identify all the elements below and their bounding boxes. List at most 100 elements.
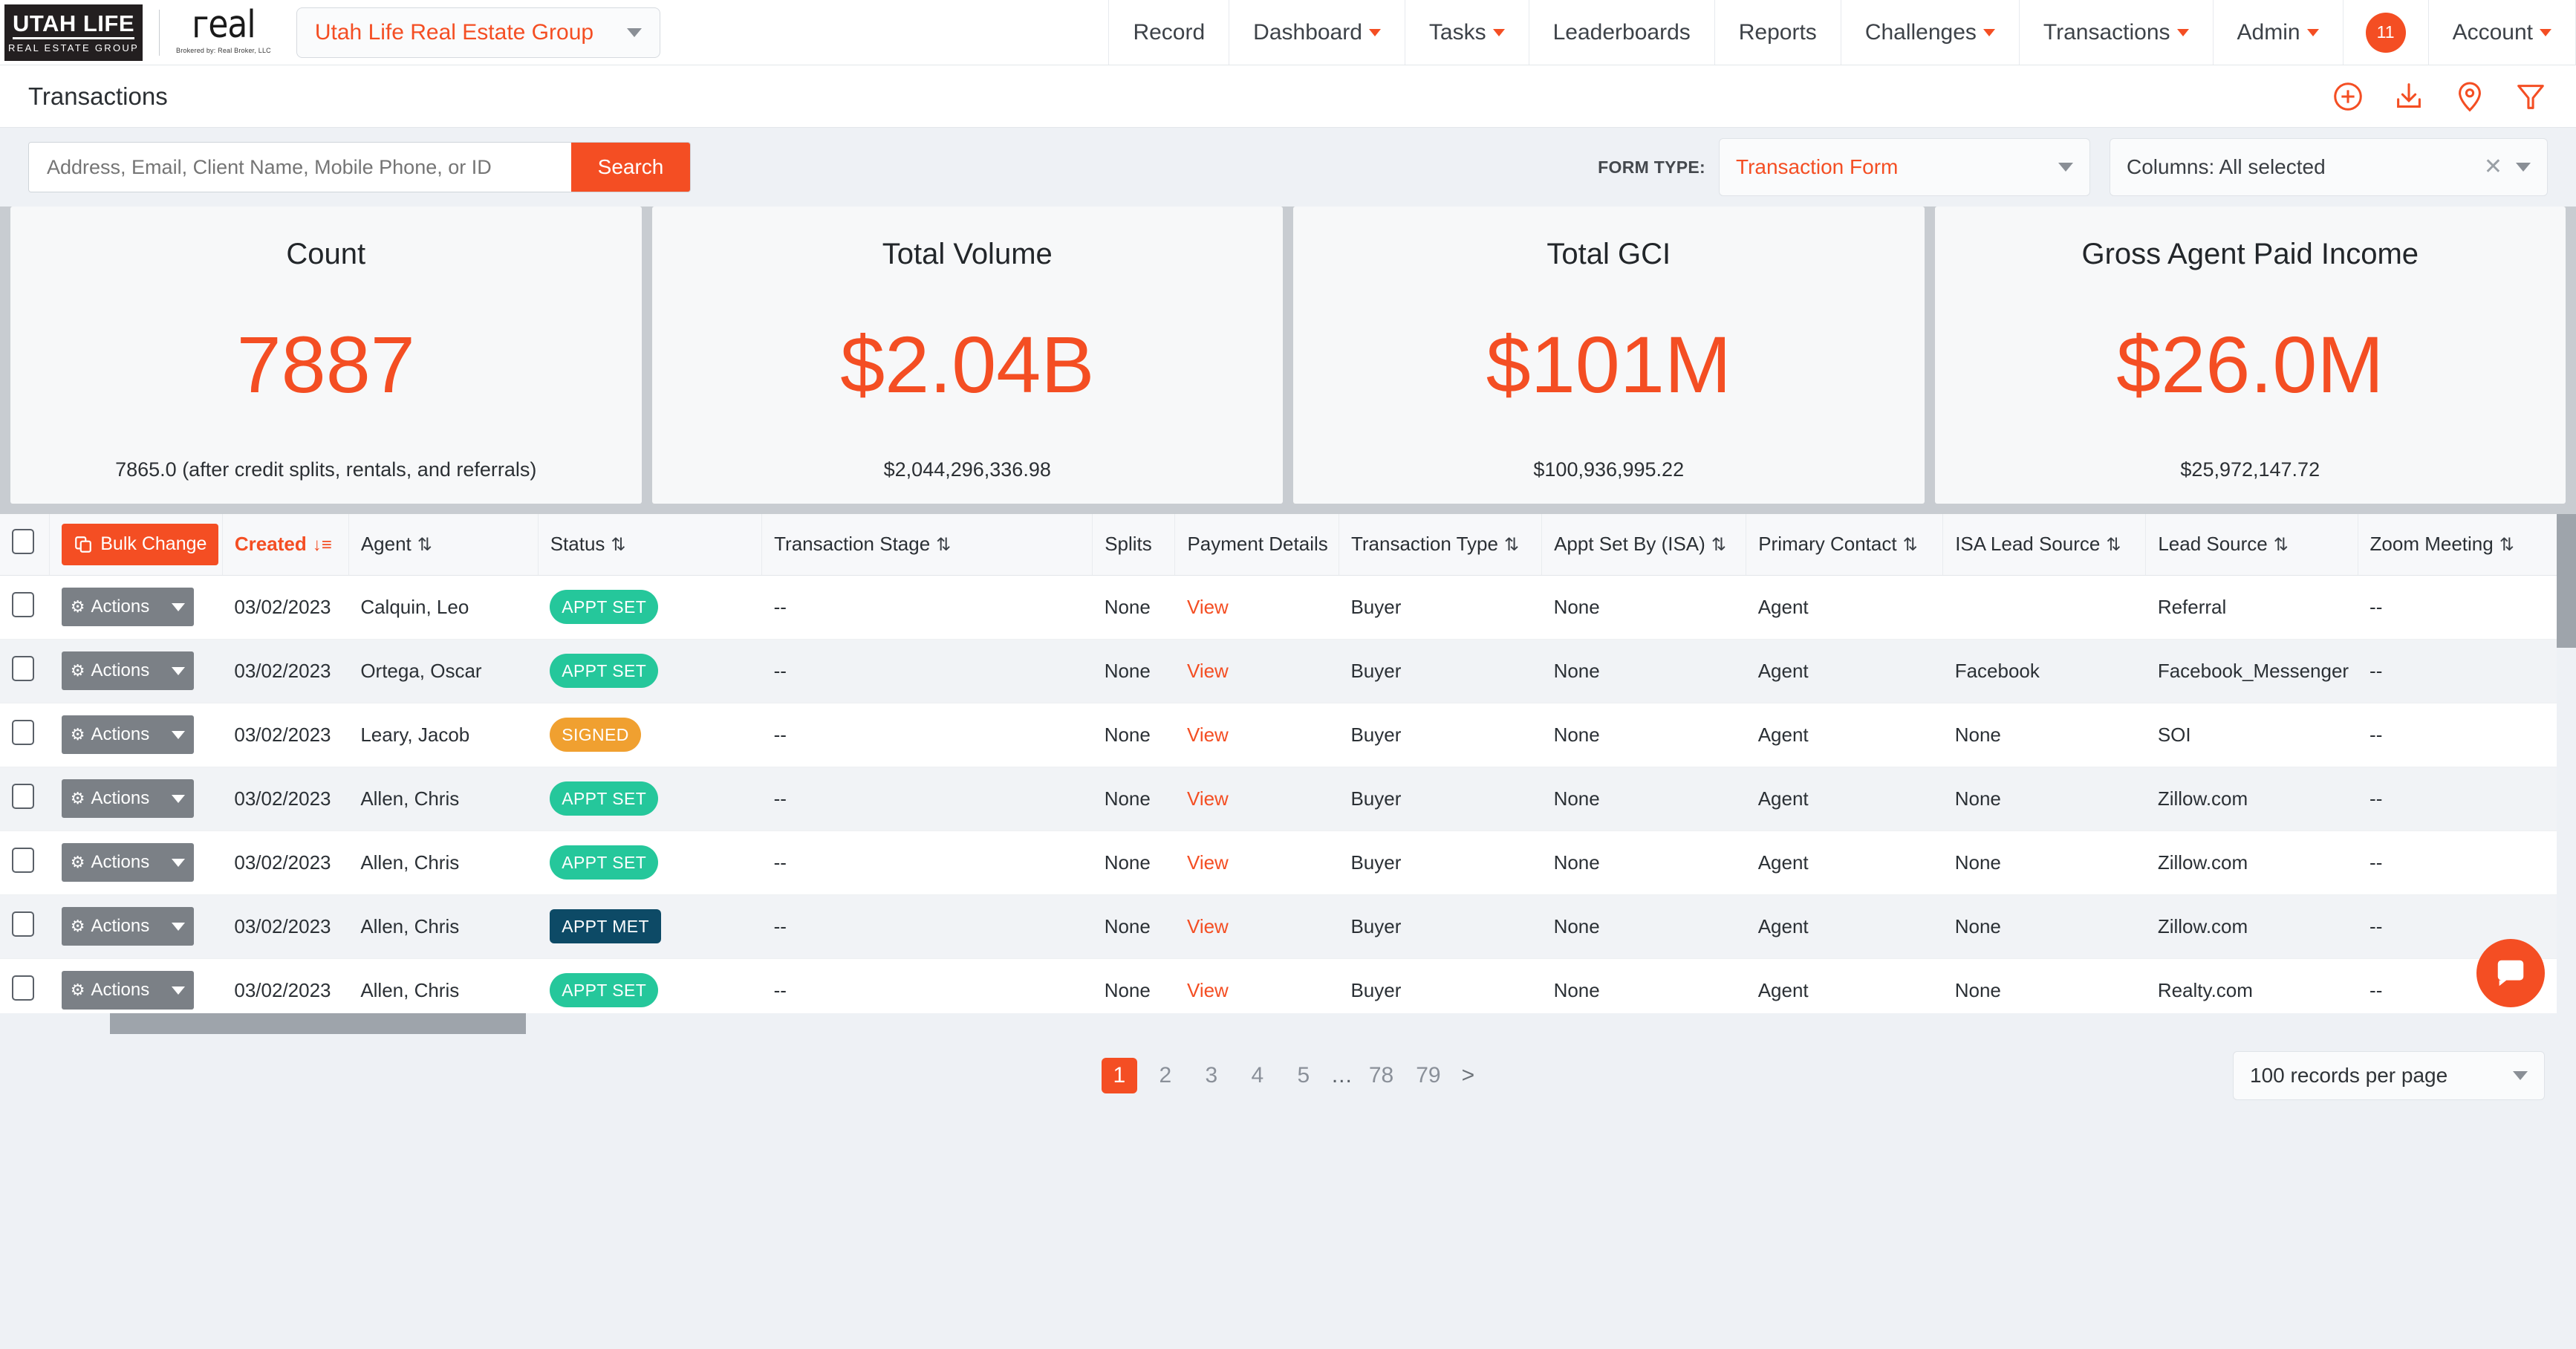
row-actions-label: Actions [91,788,149,809]
real-broker-logo: гeal Brokered by: Real Broker, LLC [176,10,271,54]
nav-item-admin[interactable]: Admin [2213,0,2343,65]
row-checkbox[interactable] [12,911,34,937]
status-badge: APPT SET [550,590,658,624]
utah-life-logo[interactable]: UTAH LIFE REAL ESTATE GROUP [4,4,143,61]
cell-primary-contact: Agent [1746,703,1943,767]
notifications-button[interactable]: 11 [2343,0,2428,65]
select-all-checkbox[interactable] [12,529,34,554]
payment-details-view-link[interactable]: View [1187,787,1229,810]
payment-details-view-link[interactable]: View [1187,724,1229,746]
row-actions-button[interactable]: ⚙Actions [62,715,194,754]
column-header-label: Created [235,533,307,555]
column-header-payment-details[interactable]: Payment Details [1175,514,1339,575]
close-icon[interactable]: ✕ [2484,156,2502,178]
column-header-zoom-meeting[interactable]: Zoom Meeting⇅ [2358,514,2575,575]
column-header-transaction-type[interactable]: Transaction Type⇅ [1339,514,1541,575]
table-row[interactable]: ⚙Actions03/02/2023Allen, ChrisAPPT MET--… [0,894,2576,958]
row-actions-button[interactable]: ⚙Actions [62,907,194,946]
cell-splits: None [1093,894,1175,958]
pagination-pages: 12345...7879> [1102,1058,1474,1093]
column-header-splits[interactable]: Splits [1093,514,1175,575]
nav-item-challenges[interactable]: Challenges [1841,0,2019,65]
cell-primary-contact: Agent [1746,639,1943,703]
row-checkbox[interactable] [12,848,34,873]
payment-details-view-link[interactable]: View [1187,851,1229,874]
records-per-page-dropdown[interactable]: 100 records per page [2233,1051,2545,1100]
column-header-agent[interactable]: Agent⇅ [348,514,538,575]
row-actions-button[interactable]: ⚙Actions [62,651,194,690]
row-actions-button[interactable]: ⚙Actions [62,588,194,626]
chat-support-button[interactable] [2476,939,2545,1007]
table-row[interactable]: ⚙Actions03/02/2023Allen, ChrisAPPT SET--… [0,767,2576,830]
pagination-page-4[interactable]: 4 [1240,1058,1275,1093]
row-actions-button[interactable]: ⚙ Actions [62,779,194,818]
table-horizontal-scrollbar[interactable] [0,1013,2576,1034]
search-input[interactable] [29,143,571,192]
columns-dropdown[interactable]: Columns: All selected ✕ [2110,138,2548,196]
summary-cards: Count 7887 7865.0 (after credit splits, … [0,207,2576,514]
row-checkbox[interactable] [12,592,34,617]
row-checkbox[interactable] [12,656,34,681]
team-selector-dropdown[interactable]: Utah Life Real Estate Group [296,7,660,58]
pagination-page-3[interactable]: 3 [1194,1058,1229,1093]
chevron-down-icon [1369,29,1381,36]
stat-card-title: Gross Agent Paid Income [2081,238,2419,271]
cell-splits: None [1093,830,1175,894]
row-select-cell [0,830,50,894]
download-icon[interactable] [2392,79,2426,114]
nav-item-dashboard[interactable]: Dashboard [1229,0,1405,65]
pagination-page-1[interactable]: 1 [1102,1058,1137,1093]
payment-details-view-link[interactable]: View [1187,915,1229,937]
status-badge: APPT SET [550,654,658,688]
table-row[interactable]: ⚙Actions03/02/2023Allen, ChrisAPPT SET--… [0,830,2576,894]
column-header-isa-lead-source[interactable]: ISA Lead Source⇅ [1943,514,2146,575]
row-checkbox[interactable] [12,975,34,1001]
table-row[interactable]: ⚙Actions03/02/2023Calquin, LeoAPPT SET--… [0,575,2576,639]
map-pin-icon[interactable] [2453,79,2487,114]
bulk-change-label: Bulk Change [100,533,206,555]
row-checkbox[interactable] [12,720,34,745]
nav-item-leaderboards[interactable]: Leaderboards [1529,0,1714,65]
column-header-transaction-stage[interactable]: Transaction Stage⇅ [762,514,1093,575]
payment-details-view-link[interactable]: View [1187,660,1229,682]
nav-item-record[interactable]: Record [1108,0,1229,65]
column-header-appt-set-by-isa[interactable]: Appt Set By (ISA)⇅ [1542,514,1746,575]
search-button[interactable]: Search [571,143,690,192]
page-header: Transactions [0,65,2576,128]
payment-details-view-link[interactable]: View [1187,596,1229,618]
row-actions-button[interactable]: ⚙Actions [62,971,194,1010]
row-checkbox[interactable] [12,784,34,809]
cell-isa-lead-source: None [1943,894,2146,958]
pagination-page-79[interactable]: 79 [1410,1058,1446,1093]
stat-card-subtext: $2,044,296,336.98 [884,458,1051,481]
pagination-page-5[interactable]: 5 [1286,1058,1321,1093]
column-header-primary-contact[interactable]: Primary Contact⇅ [1746,514,1943,575]
table-row[interactable]: ⚙Actions03/02/2023Ortega, OscarAPPT SET-… [0,639,2576,703]
nav-item-reports[interactable]: Reports [1714,0,1841,65]
bulk-change-button[interactable]: Bulk Change [62,524,218,565]
column-header-lead-source[interactable]: Lead Source⇅ [2146,514,2358,575]
pagination-next-button[interactable]: > [1462,1063,1475,1088]
cell-status: APPT SET [538,767,761,830]
table-vertical-scrollbar[interactable] [2557,514,2576,1034]
cell-created: 03/02/2023 [222,830,348,894]
nav-item-tasks[interactable]: Tasks [1405,0,1529,65]
form-type-dropdown[interactable]: Transaction Form [1719,138,2090,196]
pagination-page-78[interactable]: 78 [1363,1058,1399,1093]
table-horizontal-scrollbar-thumb[interactable] [110,1013,526,1034]
cell-splits: None [1093,703,1175,767]
column-header-label: Status [550,533,605,555]
filter-icon[interactable] [2514,79,2548,114]
row-actions-button[interactable]: ⚙Actions [62,843,194,882]
nav-item-transactions[interactable]: Transactions [2019,0,2213,65]
table-vertical-scrollbar-thumb[interactable] [2557,514,2576,648]
column-header-created[interactable]: Created↓≡ [222,514,348,575]
column-header-status[interactable]: Status⇅ [538,514,761,575]
gear-icon: ⚙ [71,789,85,808]
nav-item-account[interactable]: Account [2428,0,2576,65]
cell-transaction-stage: -- [762,830,1093,894]
table-row[interactable]: ⚙Actions03/02/2023Leary, JacobSIGNED--No… [0,703,2576,767]
add-circle-icon[interactable] [2331,79,2365,114]
pagination-page-2[interactable]: 2 [1148,1058,1183,1093]
payment-details-view-link[interactable]: View [1187,979,1229,1001]
